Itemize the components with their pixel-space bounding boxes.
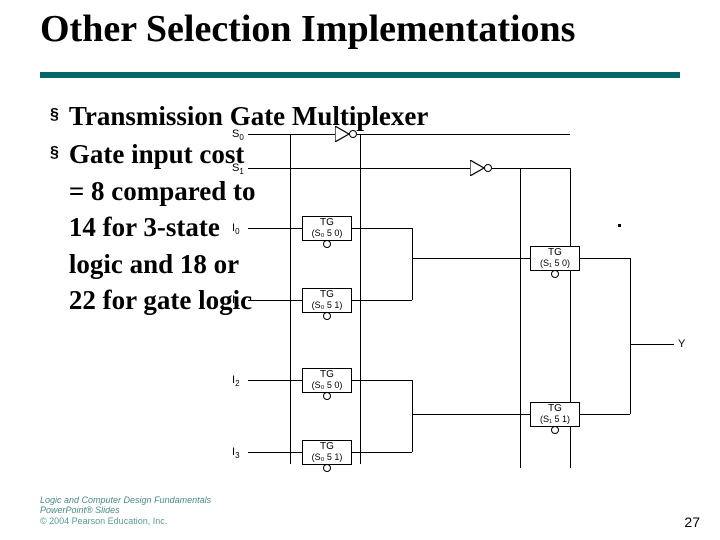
wire [360, 134, 361, 464]
inversion-bubble [349, 130, 357, 138]
page-number: 27 [684, 514, 700, 530]
wire [412, 380, 413, 452]
tg-bubble [323, 312, 331, 320]
slide: Other Selection Implementations § Transm… [0, 0, 720, 540]
footer-credit: Logic and Computer Design Fundamentals P… [40, 495, 211, 526]
wire [630, 258, 631, 414]
bullet-icon: § [50, 144, 59, 162]
wire [580, 258, 630, 259]
wire [520, 168, 521, 468]
wire [352, 452, 412, 453]
wire [412, 228, 413, 300]
label-s1: S1 [232, 162, 244, 176]
label-i3: I3 [232, 446, 240, 460]
wire [352, 380, 412, 381]
wire [248, 452, 302, 453]
wire [290, 134, 291, 464]
tg-bubble [323, 392, 331, 400]
wire [248, 300, 302, 301]
footer-line2: PowerPoint® Slides [40, 505, 211, 515]
tg-box: TG (S₁ 5 0) [530, 246, 580, 271]
wire [352, 300, 412, 301]
footer-line3: © 2004 Pearson Education, Inc. [40, 516, 211, 526]
slide-title: Other Selection Implementations [40, 10, 700, 50]
tg-box: TG (S₀ 5 1) [302, 288, 352, 313]
label-y: Y [678, 338, 685, 350]
tg-box: TG (S₀ 5 1) [302, 440, 352, 465]
wire [412, 258, 530, 259]
label-i2: I2 [232, 374, 240, 388]
inversion-bubble [484, 164, 492, 172]
wire [357, 134, 570, 135]
tg-box: TG (S₁ 5 1) [530, 402, 580, 427]
wire [248, 134, 335, 135]
wire [248, 380, 302, 381]
tg-bubble [323, 240, 331, 248]
tg-bubble [323, 464, 331, 472]
title-underline [40, 72, 680, 78]
tg-box: TG (S₀ 5 0) [302, 216, 352, 241]
label-s0: S0 [232, 128, 244, 142]
dot [618, 224, 621, 227]
tg-bubble [551, 426, 559, 434]
label-i0: I0 [232, 222, 240, 236]
wire [248, 168, 470, 169]
tg-box: TG (S₀ 5 0) [302, 368, 352, 393]
wire [580, 414, 630, 415]
wire [248, 228, 302, 229]
tg-bubble [551, 270, 559, 278]
wire [492, 168, 570, 169]
bullet-icon: § [50, 106, 59, 124]
wire [352, 228, 412, 229]
footer-line1: Logic and Computer Design Fundamentals [40, 495, 211, 505]
wire [630, 344, 674, 345]
wire [412, 414, 530, 415]
mux-diagram: S0 S1 I0 I1 I2 I3 Y [230, 126, 700, 496]
label-i1: I1 [232, 294, 240, 308]
